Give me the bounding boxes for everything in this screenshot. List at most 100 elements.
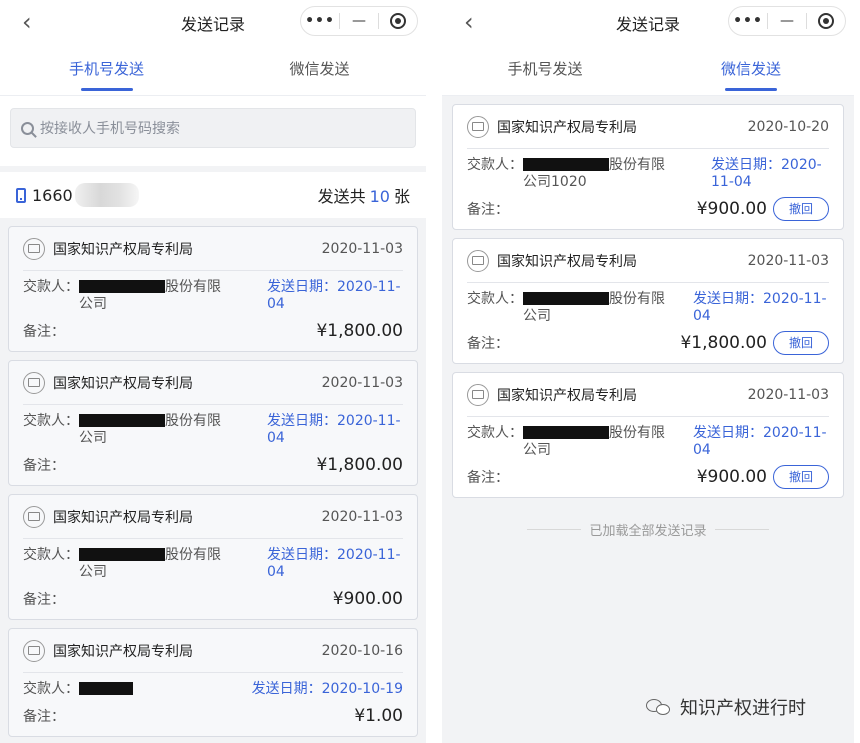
- payer-name: 股份有限公司: [79, 547, 221, 580]
- send-count: 发送共 10 张: [317, 187, 410, 206]
- send-summary: 1660 发送共 10 张: [0, 172, 426, 218]
- send-date: 发送日期：2020-11-04: [693, 425, 827, 458]
- minimize-icon[interactable]: —: [340, 13, 378, 29]
- amount: ¥1,800.00: [680, 333, 767, 353]
- remark-label: 备注：: [467, 470, 509, 486]
- send-date: 发送日期：2020-10-19: [251, 681, 403, 697]
- payer-name: 股份有限公司: [79, 413, 221, 446]
- send-date: 发送日期：2020-11-04: [267, 279, 401, 312]
- watermark: 知识产权进行时: [646, 694, 806, 720]
- payer-name: [79, 681, 229, 698]
- revoke-button[interactable]: 撤回: [773, 197, 829, 221]
- revoke-button[interactable]: 撤回: [773, 331, 829, 355]
- redaction-bar: [79, 682, 133, 695]
- card-org: 国家知识产权局专利局: [53, 509, 193, 526]
- record-card[interactable]: 国家知识产权局专利局 2020-10-16 交款人： 发送日期：2020-10-…: [8, 628, 418, 737]
- payer-label: 交款人：: [467, 157, 523, 173]
- phone-icon: [16, 187, 26, 203]
- remark-label: 备注：: [467, 336, 509, 352]
- payer-name: 股份有限公司: [79, 279, 221, 312]
- card-org: 国家知识产权局专利局: [497, 387, 637, 404]
- left-screen: ‹ 发送记录 ••• — 手机号发送 微信发送 按接收人手机号码搜索 1660 …: [0, 0, 426, 743]
- close-target-icon[interactable]: [807, 13, 845, 29]
- more-icon[interactable]: •••: [729, 13, 767, 29]
- amount: ¥1.00: [354, 706, 403, 726]
- redaction-bar: [79, 280, 165, 293]
- screen-divider: [426, 0, 442, 743]
- payer-name: 股份有限公司: [523, 425, 665, 458]
- receipt-icon: [467, 383, 489, 406]
- card-date: 2020-11-03: [321, 508, 403, 525]
- phone-number: 1660: [32, 185, 73, 205]
- payer-label: 交款人：: [467, 291, 523, 307]
- footer-line: [527, 529, 582, 530]
- payer-label: 交款人：: [467, 425, 523, 441]
- card-date: 2020-11-03: [747, 252, 829, 269]
- send-date: 发送日期：2020-11-04: [693, 291, 827, 324]
- search-icon: [21, 121, 34, 135]
- redaction-bar: [523, 426, 609, 439]
- amount: ¥1,800.00: [316, 455, 403, 475]
- card-date: 2020-11-03: [321, 240, 403, 257]
- more-icon[interactable]: •••: [301, 13, 339, 29]
- footer-line: [714, 529, 769, 530]
- close-target-icon[interactable]: [379, 13, 417, 29]
- card-org: 国家知识产权局专利局: [53, 643, 193, 660]
- receipt-icon: [23, 639, 45, 662]
- redaction-bar: [523, 292, 609, 305]
- record-card[interactable]: 国家知识产权局专利局 2020-11-03 交款人： 股份有限公司 发送日期：2…: [452, 238, 844, 364]
- payer-label: 交款人：: [23, 413, 79, 429]
- record-card[interactable]: 国家知识产权局专利局 2020-11-03 交款人： 股份有限公司 发送日期：2…: [8, 494, 418, 620]
- remark-label: 备注：: [23, 324, 65, 340]
- redaction-bar: [79, 548, 165, 561]
- payer-label: 交款人：: [23, 279, 79, 295]
- record-card[interactable]: 国家知识产权局专利局 2020-11-03 交款人： 股份有限公司 发送日期：2…: [8, 226, 418, 352]
- card-date: 2020-11-03: [747, 386, 829, 403]
- search-area: 按接收人手机号码搜索: [0, 96, 426, 166]
- tab-phone-send[interactable]: 手机号发送: [442, 46, 648, 95]
- receipt-icon: [467, 249, 489, 272]
- revoke-button[interactable]: 撤回: [773, 465, 829, 489]
- payer-name: 股份有限公司: [523, 291, 665, 324]
- minimize-icon[interactable]: —: [768, 13, 806, 29]
- payer-label: 交款人：: [23, 547, 79, 563]
- record-card[interactable]: 国家知识产权局专利局 2020-10-20 交款人： 股份有限公司1020 发送…: [452, 104, 844, 230]
- blurred-phone-digits: [74, 183, 139, 207]
- payer-name: 股份有限公司1020: [523, 157, 665, 190]
- nav-bar: ‹ 发送记录 ••• —: [0, 0, 426, 46]
- tab-phone-send[interactable]: 手机号发送: [0, 46, 213, 95]
- record-card[interactable]: 国家知识产权局专利局 2020-11-03 交款人： 股份有限公司 发送日期：2…: [8, 360, 418, 486]
- mini-program-capsule: ••• —: [300, 6, 418, 36]
- card-org: 国家知识产权局专利局: [497, 119, 637, 136]
- card-date: 2020-10-16: [321, 642, 403, 659]
- send-date: 发送日期：2020-11-04: [711, 157, 822, 190]
- tab-wechat-send[interactable]: 微信发送: [213, 46, 426, 95]
- amount: ¥900.00: [332, 589, 403, 609]
- right-screen: ‹ 发送记录 ••• — 手机号发送 微信发送 国家知识产权局专利局 2020-…: [442, 0, 854, 743]
- right-edge: [854, 0, 860, 743]
- redaction-bar: [79, 414, 165, 427]
- redaction-bar: [523, 158, 609, 171]
- tab-wechat-send[interactable]: 微信发送: [648, 46, 854, 95]
- tab-bar: 手机号发送 微信发送: [442, 46, 854, 96]
- amount: ¥900.00: [696, 467, 767, 487]
- card-date: 2020-11-03: [321, 374, 403, 391]
- remark-label: 备注：: [467, 202, 509, 218]
- receipt-icon: [23, 237, 45, 260]
- remark-label: 备注：: [23, 592, 65, 608]
- nav-bar: ‹ 发送记录 ••• —: [442, 0, 854, 46]
- card-org: 国家知识产权局专利局: [497, 253, 637, 270]
- mini-program-capsule: ••• —: [728, 6, 846, 36]
- card-date: 2020-10-20: [747, 118, 829, 135]
- remark-label: 备注：: [23, 709, 65, 725]
- amount: ¥900.00: [696, 199, 767, 219]
- card-org: 国家知识产权局专利局: [53, 375, 193, 392]
- amount: ¥1,800.00: [316, 321, 403, 341]
- wechat-icon: [646, 697, 672, 717]
- remark-label: 备注：: [23, 458, 65, 474]
- search-input[interactable]: 按接收人手机号码搜索: [10, 108, 416, 148]
- send-date: 发送日期：2020-11-04: [267, 547, 401, 580]
- record-card[interactable]: 国家知识产权局专利局 2020-11-03 交款人： 股份有限公司 发送日期：2…: [452, 372, 844, 498]
- tab-bar: 手机号发送 微信发送: [0, 46, 426, 96]
- all-loaded-note: 已加载全部发送记录: [442, 520, 854, 539]
